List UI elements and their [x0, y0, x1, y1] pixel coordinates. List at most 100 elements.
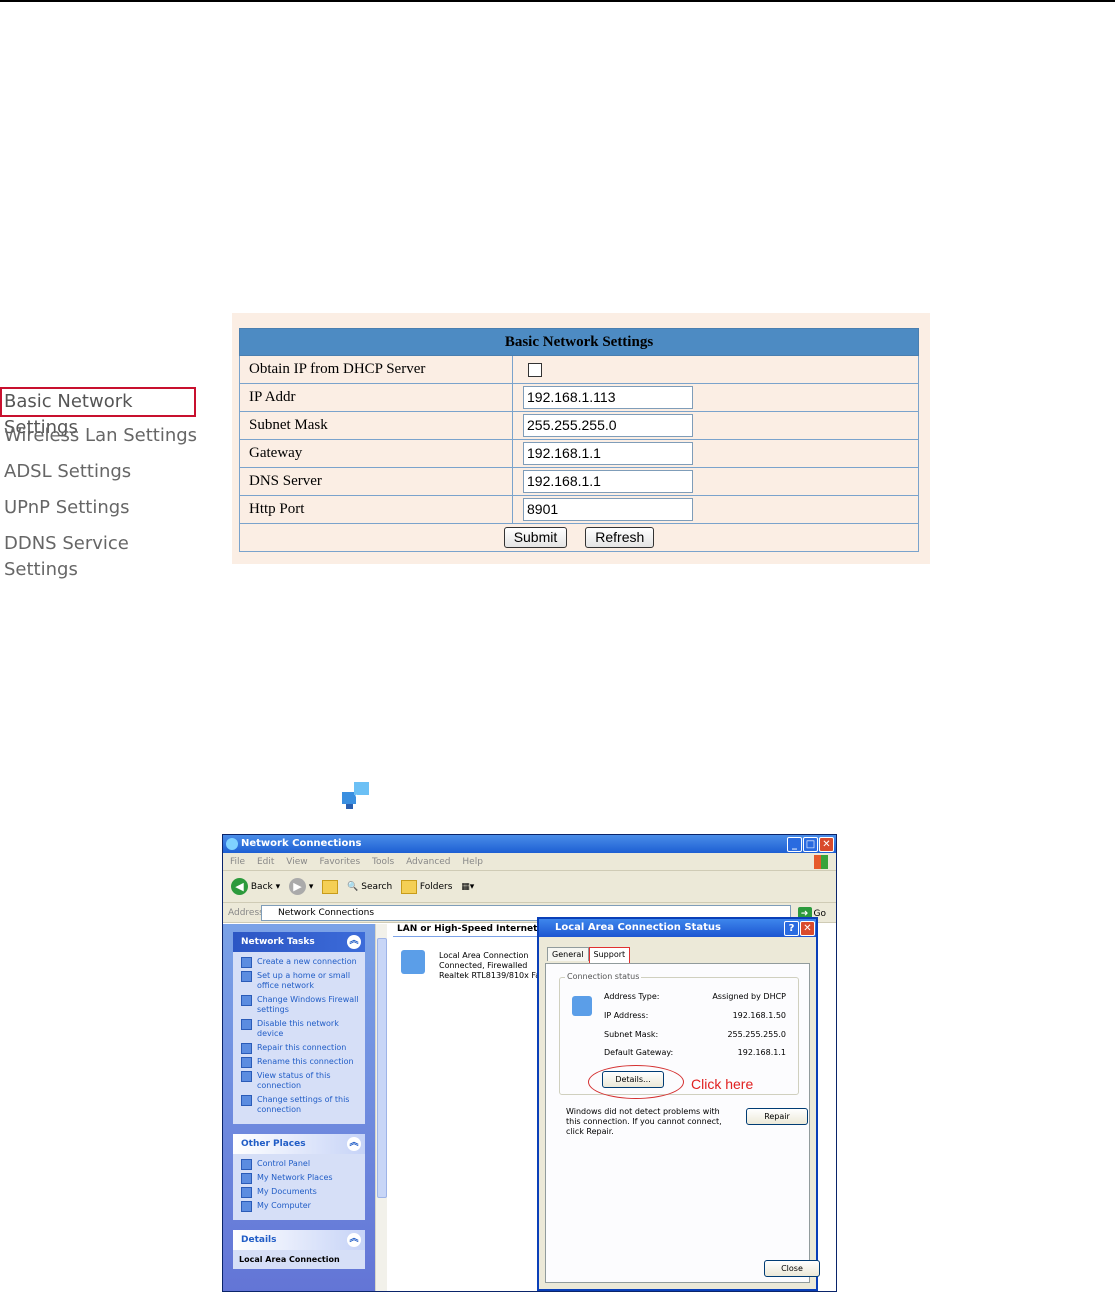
nav-wireless-lan-settings[interactable]: Wireless Lan Settings: [0, 423, 200, 459]
ip-address-row: IP Address: 192.168.1.50: [604, 1011, 786, 1020]
collapse-icon[interactable]: ︽: [347, 1233, 361, 1247]
default-gateway-row: Default Gateway: 192.168.1.1: [604, 1048, 786, 1057]
network-places-icon: [241, 1173, 252, 1184]
network-tasks-box: Network Tasks ︽ Create a new connection S…: [233, 932, 365, 1124]
menu-advanced[interactable]: Advanced: [406, 857, 450, 867]
details-box: Details ︽ Local Area Connection: [233, 1230, 365, 1269]
menu-favorites[interactable]: Favorites: [319, 857, 360, 867]
dns-server-input[interactable]: 192.168.1.1: [523, 470, 693, 493]
place-my-computer[interactable]: My Computer: [239, 1201, 359, 1212]
task-firewall-settings[interactable]: Change Windows Firewall settings: [239, 995, 359, 1015]
task-pane: Network Tasks ︽ Create a new connection S…: [223, 924, 375, 1291]
dhcp-label: Obtain IP from DHCP Server: [239, 355, 513, 384]
support-tab-pane: Connection status Address Type: Assigned …: [545, 963, 820, 1283]
task-icon: [241, 1095, 252, 1106]
connection-status-dialog: Local Area Connection Status ? ✕ General S…: [537, 917, 820, 1291]
ip-addr-label: IP Addr: [239, 383, 513, 412]
tab-support[interactable]: Support: [588, 947, 631, 964]
top-rule: [0, 0, 1115, 2]
tab-general[interactable]: General: [547, 947, 589, 961]
folders-button[interactable]: Folders: [401, 871, 452, 903]
task-icon: [241, 1043, 252, 1054]
menu-file[interactable]: File: [230, 857, 245, 867]
lan-group-divider: [393, 936, 543, 937]
submit-button[interactable]: Submit: [503, 527, 568, 548]
other-places-box: Other Places ︽ Control Panel My Network P…: [233, 1134, 365, 1220]
nav-adsl-settings[interactable]: ADSL Settings: [0, 459, 200, 495]
button-row: Submit Refresh: [239, 523, 919, 552]
gateway-input[interactable]: 192.168.1.1: [523, 442, 693, 465]
nav-ddns-service-settings[interactable]: DDNS Service Settings: [0, 531, 200, 580]
search-button[interactable]: 🔍 Search: [347, 871, 392, 903]
settings-table: Basic Network Settings Obtain IP from DH…: [239, 328, 919, 552]
menu-tools[interactable]: Tools: [372, 857, 394, 867]
task-icon: [241, 995, 252, 1006]
subnet-mask-row: Subnet Mask: 255.255.255.0: [604, 1030, 786, 1039]
details-button[interactable]: Details...: [602, 1071, 664, 1088]
collapse-icon[interactable]: ︽: [347, 1137, 361, 1151]
lan-connection-item[interactable]: Local Area Connection Connected, Firewal…: [439, 951, 540, 981]
control-panel-icon: [241, 1159, 252, 1170]
window-titlebar: Network Connections _ □ ✕: [223, 835, 836, 853]
diagnostic-message: Windows did not detect problems with thi…: [566, 1107, 722, 1136]
ip-addr-input[interactable]: 192.168.1.113: [523, 386, 693, 409]
address-label: Address: [228, 908, 264, 918]
connection-status-icon: [572, 996, 592, 1016]
refresh-button[interactable]: Refresh: [585, 527, 655, 548]
place-my-network-places[interactable]: My Network Places: [239, 1173, 359, 1184]
close-button[interactable]: ✕: [819, 837, 834, 852]
dialog-close-button[interactable]: ✕: [800, 921, 815, 936]
address-type-row: Address Type: Assigned by DHCP: [604, 992, 786, 1001]
details-item: Local Area Connection: [239, 1255, 340, 1264]
computer-icon: [241, 1201, 252, 1212]
collapse-icon[interactable]: ︽: [347, 935, 361, 949]
place-control-panel[interactable]: Control Panel: [239, 1159, 359, 1170]
lan-group-heading: LAN or High-Speed Internet: [397, 924, 538, 934]
nav-basic-network-settings[interactable]: Basic Network Settings: [0, 387, 196, 438]
task-icon: [241, 1057, 252, 1068]
maximize-button[interactable]: □: [803, 837, 818, 852]
forward-button[interactable]: ▶ ▾: [289, 871, 313, 903]
task-icon: [241, 971, 252, 982]
menu-edit[interactable]: Edit: [257, 857, 274, 867]
settings-title: Basic Network Settings: [239, 328, 919, 356]
task-disable-device[interactable]: Disable this network device: [239, 1019, 359, 1039]
menu-view[interactable]: View: [286, 857, 307, 867]
minimize-button[interactable]: _: [787, 837, 802, 852]
dhcp-checkbox[interactable]: [528, 362, 542, 377]
menu-help[interactable]: Help: [462, 857, 483, 867]
settings-sidebar: Basic Network Settings Wireless Lan Sett…: [0, 387, 200, 580]
dialog-tabs: General Support: [547, 947, 631, 964]
network-tasks-header[interactable]: Network Tasks ︽: [233, 932, 365, 952]
http-port-label: Http Port: [239, 495, 513, 524]
other-places-header[interactable]: Other Places ︽: [233, 1134, 365, 1154]
dialog-title: Local Area Connection Status: [555, 922, 721, 933]
task-rename-connection[interactable]: Rename this connection: [239, 1057, 359, 1068]
search-icon: 🔍: [347, 882, 359, 892]
windows-logo-icon: [814, 855, 828, 869]
scroll-thumb[interactable]: [377, 938, 387, 1198]
http-port-input[interactable]: 8901: [523, 498, 693, 521]
back-button[interactable]: ◀ Back ▾: [231, 871, 280, 903]
task-icon: [241, 1019, 252, 1030]
up-folder-button[interactable]: [322, 871, 339, 903]
task-change-settings[interactable]: Change settings of this connection: [239, 1095, 359, 1115]
documents-icon: [241, 1187, 252, 1198]
help-button[interactable]: ?: [784, 921, 799, 936]
details-header[interactable]: Details ︽: [233, 1230, 365, 1250]
toolbar: ◀ Back ▾ ▶ ▾ 🔍 Search Folders ▦▾: [223, 871, 836, 903]
task-view-status[interactable]: View status of this connection: [239, 1071, 359, 1091]
close-dialog-button[interactable]: Close: [764, 1260, 820, 1277]
nav-upnp-settings[interactable]: UPnP Settings: [0, 495, 200, 531]
repair-button[interactable]: Repair: [746, 1108, 808, 1125]
connection-status-group: Connection status Address Type: Assigned …: [559, 972, 799, 1099]
task-repair-connection[interactable]: Repair this connection: [239, 1043, 359, 1054]
subnet-mask-input[interactable]: 255.255.255.0: [523, 414, 693, 437]
task-pane-scrollbar[interactable]: [375, 924, 387, 1291]
task-create-connection[interactable]: Create a new connection: [239, 957, 359, 968]
task-setup-home-network[interactable]: Set up a home or small office network: [239, 971, 359, 991]
views-button[interactable]: ▦▾: [461, 871, 474, 903]
lan-connection-icon[interactable]: [401, 950, 425, 974]
place-my-documents[interactable]: My Documents: [239, 1187, 359, 1198]
network-connections-window: Network Connections _ □ ✕ File Edit View F…: [222, 834, 837, 1292]
